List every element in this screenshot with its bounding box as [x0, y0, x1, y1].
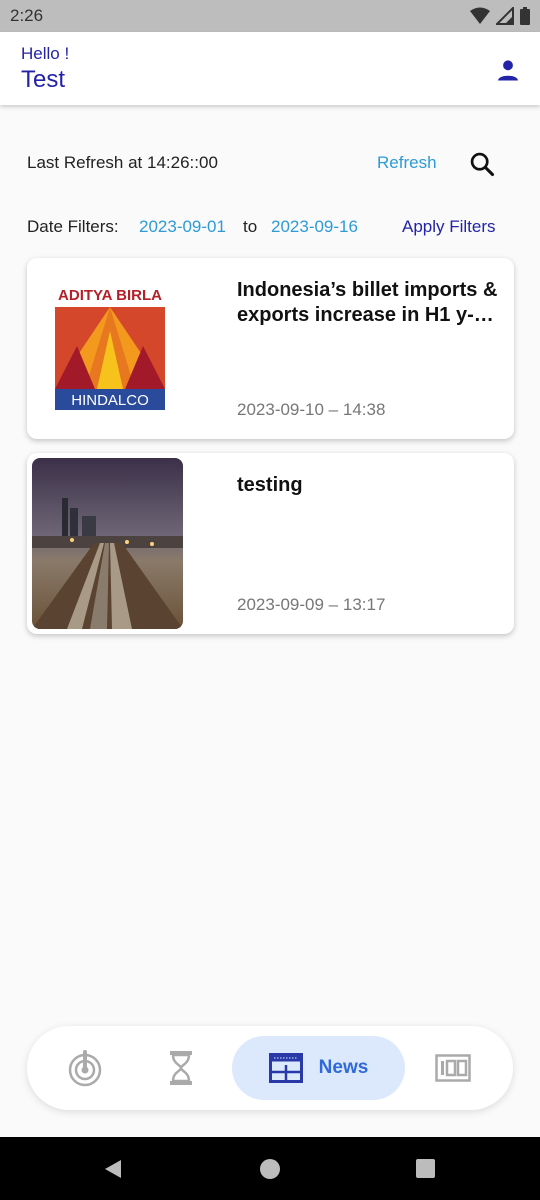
refresh-button[interactable]: Refresh	[377, 153, 437, 173]
svg-text:HINDALCO: HINDALCO	[71, 392, 149, 409]
wifi-icon	[470, 7, 490, 24]
status-icons	[470, 6, 530, 26]
to-label: to	[243, 217, 258, 236]
date-filter-row: Date Filters: 2023-09-01 to 2023-09-16 A…	[0, 214, 540, 240]
nav-news[interactable]: News	[232, 1036, 405, 1100]
radar-icon	[68, 1050, 102, 1087]
recent-apps-icon[interactable]	[416, 1159, 435, 1178]
last-refresh-text: Last Refresh at 14:26::00	[27, 153, 218, 172]
svg-text:ADITYA BIRLA: ADITYA BIRLA	[58, 287, 162, 304]
nav-radar[interactable]	[59, 1036, 111, 1100]
bottom-navigation: News	[27, 1026, 513, 1110]
counter-icon	[435, 1054, 471, 1082]
apply-filters-button[interactable]: Apply Filters	[402, 217, 496, 237]
nav-news-label: News	[318, 1057, 369, 1078]
railway-tracks-photo	[32, 458, 183, 629]
app-header: Hello ! Test	[0, 32, 540, 105]
system-navigation-bar	[0, 1137, 540, 1200]
nav-timer[interactable]	[155, 1036, 207, 1100]
date-to-picker[interactable]: 2023-09-16	[271, 217, 358, 237]
news-title: testing	[237, 474, 303, 496]
status-time: 2:26	[10, 6, 44, 25]
news-date: 2023-09-10 – 14:38	[237, 400, 386, 419]
refresh-row: Last Refresh at 14:26::00 Refresh	[0, 150, 540, 178]
back-icon[interactable]	[103, 1159, 123, 1179]
date-filters-label: Date Filters:	[27, 217, 119, 236]
search-icon[interactable]	[468, 150, 496, 178]
aditya-birla-hindalco-logo: ADITYA BIRLA HINDALCO	[55, 287, 165, 410]
home-icon[interactable]	[260, 1159, 280, 1179]
username-text: Test	[21, 66, 66, 93]
date-from-picker[interactable]: 2023-09-01	[139, 217, 226, 237]
hourglass-icon	[170, 1051, 192, 1085]
news-card[interactable]: testing 2023-09-09 – 13:17	[27, 453, 514, 634]
news-card[interactable]: ADITYA BIRLA HINDALCO Indonesia’s billet…	[27, 258, 514, 439]
status-bar: 2:26	[0, 0, 540, 32]
news-date: 2023-09-09 – 13:17	[237, 595, 386, 614]
battery-icon	[520, 7, 530, 25]
news-title: Indonesia’s billet imports & exports inc…	[237, 279, 498, 326]
nav-counter[interactable]	[427, 1036, 479, 1100]
signal-icon	[496, 7, 514, 25]
newspaper-icon	[268, 1053, 303, 1083]
person-icon[interactable]	[494, 56, 522, 84]
greeting-text: Hello !	[21, 44, 70, 63]
